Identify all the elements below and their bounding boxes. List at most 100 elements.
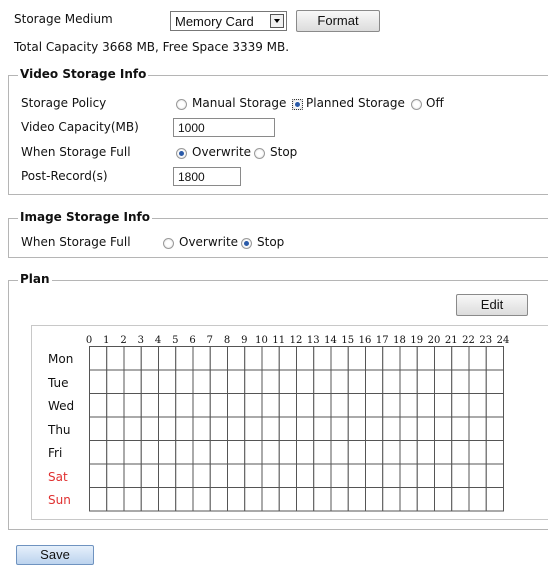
schedule-cell[interactable] bbox=[330, 463, 349, 488]
schedule-cell[interactable] bbox=[485, 487, 504, 512]
schedule-cell[interactable] bbox=[296, 393, 315, 418]
schedule-cell[interactable] bbox=[89, 369, 108, 394]
schedule-cell[interactable] bbox=[244, 463, 263, 488]
schedule-cell[interactable] bbox=[434, 346, 453, 371]
schedule-cell[interactable] bbox=[175, 369, 194, 394]
storage-medium-select[interactable]: Memory Card bbox=[170, 11, 287, 31]
schedule-cell[interactable] bbox=[485, 369, 504, 394]
schedule-cell[interactable] bbox=[158, 487, 177, 512]
schedule-cell[interactable] bbox=[313, 463, 332, 488]
schedule-cell[interactable] bbox=[451, 416, 470, 441]
schedule-cell[interactable] bbox=[278, 393, 297, 418]
schedule-cell[interactable] bbox=[468, 393, 487, 418]
schedule-cell[interactable] bbox=[416, 346, 435, 371]
schedule-cell[interactable] bbox=[106, 369, 125, 394]
policy-planned-radio[interactable] bbox=[292, 99, 303, 110]
schedule-cell[interactable] bbox=[365, 416, 384, 441]
schedule-cell[interactable] bbox=[227, 440, 246, 465]
schedule-cell[interactable] bbox=[434, 393, 453, 418]
schedule-cell[interactable] bbox=[399, 346, 418, 371]
schedule-cell[interactable] bbox=[296, 346, 315, 371]
schedule-cell[interactable] bbox=[192, 393, 211, 418]
schedule-cell[interactable] bbox=[330, 346, 349, 371]
schedule-cell[interactable] bbox=[347, 416, 366, 441]
schedule-cell[interactable] bbox=[278, 369, 297, 394]
schedule-cell[interactable] bbox=[244, 440, 263, 465]
schedule-cell[interactable] bbox=[209, 463, 228, 488]
schedule-cell[interactable] bbox=[140, 369, 159, 394]
schedule-cell[interactable] bbox=[261, 416, 280, 441]
schedule-cell[interactable] bbox=[158, 369, 177, 394]
schedule-cell[interactable] bbox=[468, 487, 487, 512]
schedule-cell[interactable] bbox=[296, 416, 315, 441]
schedule-cell[interactable] bbox=[158, 346, 177, 371]
schedule-cell[interactable] bbox=[296, 463, 315, 488]
save-button[interactable]: Save bbox=[16, 545, 94, 565]
schedule-cell[interactable] bbox=[123, 346, 142, 371]
schedule-cell[interactable] bbox=[278, 463, 297, 488]
schedule-grid[interactable] bbox=[89, 346, 523, 516]
schedule-cell[interactable] bbox=[399, 393, 418, 418]
image-overwrite-radio[interactable] bbox=[163, 238, 174, 249]
schedule-cell[interactable] bbox=[347, 487, 366, 512]
schedule-cell[interactable] bbox=[365, 463, 384, 488]
schedule-cell[interactable] bbox=[261, 440, 280, 465]
edit-button[interactable]: Edit bbox=[456, 294, 528, 316]
schedule-cell[interactable] bbox=[192, 487, 211, 512]
schedule-cell[interactable] bbox=[347, 346, 366, 371]
schedule-cell[interactable] bbox=[468, 346, 487, 371]
schedule-cell[interactable] bbox=[330, 393, 349, 418]
schedule-cell[interactable] bbox=[382, 369, 401, 394]
schedule-cell[interactable] bbox=[313, 393, 332, 418]
schedule-cell[interactable] bbox=[485, 463, 504, 488]
schedule-cell[interactable] bbox=[434, 416, 453, 441]
schedule-cell[interactable] bbox=[175, 393, 194, 418]
schedule-cell[interactable] bbox=[313, 440, 332, 465]
schedule-cell[interactable] bbox=[416, 487, 435, 512]
schedule-cell[interactable] bbox=[261, 346, 280, 371]
schedule-cell[interactable] bbox=[106, 346, 125, 371]
image-stop-radio[interactable] bbox=[241, 238, 252, 249]
schedule-cell[interactable] bbox=[192, 346, 211, 371]
schedule-cell[interactable] bbox=[485, 416, 504, 441]
schedule-cell[interactable] bbox=[278, 487, 297, 512]
schedule-cell[interactable] bbox=[244, 346, 263, 371]
schedule-cell[interactable] bbox=[192, 369, 211, 394]
schedule-cell[interactable] bbox=[209, 487, 228, 512]
schedule-cell[interactable] bbox=[140, 346, 159, 371]
schedule-cell[interactable] bbox=[244, 487, 263, 512]
schedule-cell[interactable] bbox=[106, 440, 125, 465]
schedule-cell[interactable] bbox=[106, 393, 125, 418]
schedule-cell[interactable] bbox=[382, 346, 401, 371]
schedule-cell[interactable] bbox=[123, 463, 142, 488]
policy-off-radio[interactable] bbox=[411, 99, 422, 110]
schedule-cell[interactable] bbox=[434, 440, 453, 465]
schedule-cell[interactable] bbox=[485, 393, 504, 418]
schedule-cell[interactable] bbox=[227, 369, 246, 394]
schedule-cell[interactable] bbox=[209, 393, 228, 418]
video-capacity-input[interactable]: 1000 bbox=[173, 118, 275, 137]
schedule-cell[interactable] bbox=[485, 346, 504, 371]
schedule-cell[interactable] bbox=[313, 416, 332, 441]
schedule-cell[interactable] bbox=[416, 416, 435, 441]
schedule-cell[interactable] bbox=[140, 463, 159, 488]
schedule-cell[interactable] bbox=[399, 416, 418, 441]
schedule-cell[interactable] bbox=[89, 416, 108, 441]
schedule-cell[interactable] bbox=[158, 393, 177, 418]
schedule-cell[interactable] bbox=[416, 369, 435, 394]
schedule-cell[interactable] bbox=[175, 440, 194, 465]
video-overwrite-radio[interactable] bbox=[176, 148, 187, 159]
schedule-cell[interactable] bbox=[278, 346, 297, 371]
schedule-cell[interactable] bbox=[278, 416, 297, 441]
schedule-cell[interactable] bbox=[261, 463, 280, 488]
schedule-cell[interactable] bbox=[451, 487, 470, 512]
schedule-cell[interactable] bbox=[192, 416, 211, 441]
schedule-cell[interactable] bbox=[399, 487, 418, 512]
schedule-cell[interactable] bbox=[313, 369, 332, 394]
schedule-cell[interactable] bbox=[451, 463, 470, 488]
schedule-cell[interactable] bbox=[261, 393, 280, 418]
schedule-cell[interactable] bbox=[330, 487, 349, 512]
schedule-cell[interactable] bbox=[106, 463, 125, 488]
schedule-cell[interactable] bbox=[140, 393, 159, 418]
schedule-cell[interactable] bbox=[175, 487, 194, 512]
